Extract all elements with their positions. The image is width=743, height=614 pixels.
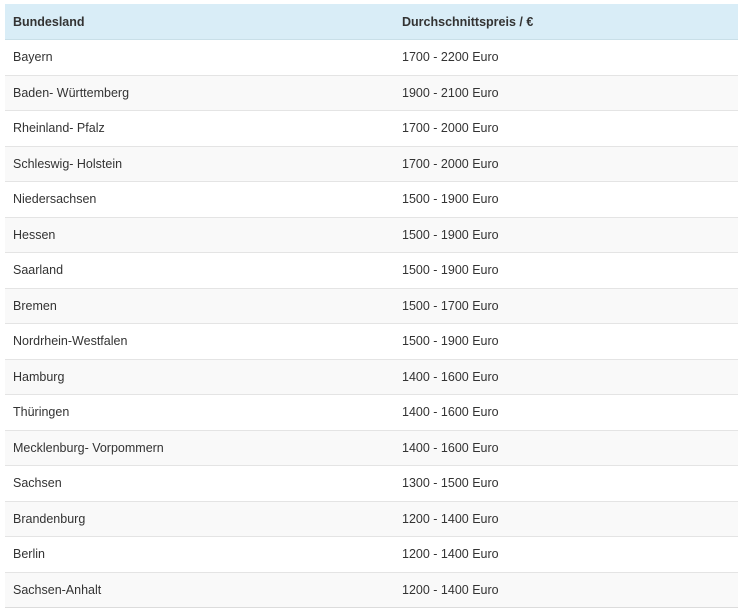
price-table: Bundesland Durchschnittspreis / € Bayern… (5, 4, 738, 608)
cell-bundesland: Nordrhein-Westfalen (5, 323, 394, 360)
table-row: Baden- Württemberg 1900 - 2100 Euro (5, 75, 738, 111)
cell-bundesland: Rheinland- Pfalz (5, 110, 394, 147)
cell-price: 1900 - 2100 Euro (394, 75, 738, 111)
cell-price: 1500 - 1900 Euro (394, 217, 738, 253)
table-row: Brandenburg 1200 - 1400 Euro (5, 501, 738, 537)
price-table-container: Bundesland Durchschnittspreis / € Bayern… (5, 4, 738, 608)
cell-price: 1400 - 1600 Euro (394, 394, 738, 431)
cell-bundesland: Baden- Württemberg (5, 75, 394, 111)
table-row: Mecklenburg- Vorpommern 1400 - 1600 Euro (5, 430, 738, 466)
table-row: Hamburg 1400 - 1600 Euro (5, 359, 738, 395)
cell-bundesland: Hamburg (5, 359, 394, 395)
cell-bundesland: Niedersachsen (5, 181, 394, 218)
cell-price: 1500 - 1700 Euro (394, 288, 738, 324)
cell-bundesland: Mecklenburg- Vorpommern (5, 430, 394, 466)
cell-price: 1200 - 1400 Euro (394, 572, 738, 608)
table-row: Nordrhein-Westfalen 1500 - 1900 Euro (5, 323, 738, 360)
cell-price: 1700 - 2000 Euro (394, 146, 738, 182)
table-row: Bremen 1500 - 1700 Euro (5, 288, 738, 324)
cell-price: 1300 - 1500 Euro (394, 465, 738, 502)
cell-price: 1500 - 1900 Euro (394, 181, 738, 218)
table-row: Bayern 1700 - 2200 Euro (5, 39, 738, 76)
cell-price: 1500 - 1900 Euro (394, 252, 738, 289)
cell-bundesland: Bayern (5, 39, 394, 76)
table-row: Sachsen 1300 - 1500 Euro (5, 465, 738, 502)
table-header-row: Bundesland Durchschnittspreis / € (5, 4, 738, 40)
cell-bundesland: Saarland (5, 252, 394, 289)
table-body: Bayern 1700 - 2200 Euro Baden- Württembe… (5, 39, 738, 608)
table-header: Bundesland Durchschnittspreis / € (5, 4, 738, 40)
table-row: Rheinland- Pfalz 1700 - 2000 Euro (5, 110, 738, 147)
cell-price: 1700 - 2000 Euro (394, 110, 738, 147)
cell-bundesland: Brandenburg (5, 501, 394, 537)
cell-bundesland: Sachsen (5, 465, 394, 502)
table-row: Sachsen-Anhalt 1200 - 1400 Euro (5, 572, 738, 608)
cell-price: 1200 - 1400 Euro (394, 536, 738, 573)
column-header-bundesland: Bundesland (5, 4, 394, 40)
cell-bundesland: Sachsen-Anhalt (5, 572, 394, 608)
table-row: Saarland 1500 - 1900 Euro (5, 252, 738, 289)
table-row: Hessen 1500 - 1900 Euro (5, 217, 738, 253)
cell-bundesland: Schleswig- Holstein (5, 146, 394, 182)
cell-bundesland: Hessen (5, 217, 394, 253)
column-header-durchschnittspreis: Durchschnittspreis / € (394, 4, 738, 40)
table-row: Schleswig- Holstein 1700 - 2000 Euro (5, 146, 738, 182)
table-row: Berlin 1200 - 1400 Euro (5, 536, 738, 573)
cell-bundesland: Thüringen (5, 394, 394, 431)
table-row: Niedersachsen 1500 - 1900 Euro (5, 181, 738, 218)
cell-price: 1400 - 1600 Euro (394, 359, 738, 395)
table-row: Thüringen 1400 - 1600 Euro (5, 394, 738, 431)
cell-price: 1200 - 1400 Euro (394, 501, 738, 537)
cell-price: 1500 - 1900 Euro (394, 323, 738, 360)
cell-bundesland: Bremen (5, 288, 394, 324)
cell-price: 1400 - 1600 Euro (394, 430, 738, 466)
cell-bundesland: Berlin (5, 536, 394, 573)
cell-price: 1700 - 2200 Euro (394, 39, 738, 76)
